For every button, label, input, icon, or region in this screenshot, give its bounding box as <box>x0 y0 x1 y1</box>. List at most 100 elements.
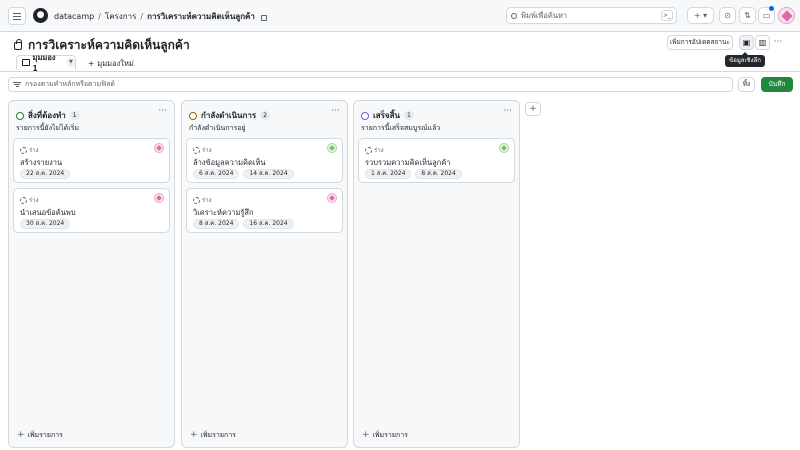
board-column: กำลังดำเนินการ 2 กำลังดำเนินการอยู่ ··· ร่าง… <box>181 100 348 448</box>
plus-icon: + <box>190 430 198 440</box>
draft-icon <box>365 146 372 154</box>
column-more-button[interactable]: ··· <box>158 106 167 116</box>
add-item-button[interactable]: + เพิ่มรายการ <box>17 430 63 441</box>
draft-icon <box>20 146 27 154</box>
assignee-avatar[interactable] <box>327 143 337 153</box>
board-icon <box>22 59 30 66</box>
board-card[interactable]: ร่างนำเสนอข้อค้นพบ 30 ส.ค. 2024 <box>13 188 170 233</box>
breadcrumb-org[interactable]: datacamp <box>54 12 94 21</box>
column-more-button[interactable]: ··· <box>331 106 340 116</box>
breadcrumb-projects[interactable]: โครงการ <box>105 10 136 23</box>
save-button[interactable]: บันทึก <box>761 77 793 92</box>
draft-text: ร่าง <box>202 197 212 204</box>
draft-text: ร่าง <box>374 147 384 154</box>
board-card[interactable]: ร่างล้างข้อมูลความคิดเห็น 6 ส.ค. 2024 14 ส… <box>186 138 343 183</box>
new-view-button[interactable]: + มุมมองใหม่ <box>88 58 134 70</box>
column-more-button[interactable]: ··· <box>503 106 512 116</box>
chevron-down-icon[interactable]: ▼ <box>66 58 75 67</box>
add-item-button[interactable]: + เพิ่มรายการ <box>190 430 236 441</box>
date-chip: 14 ส.ค. 2024 <box>243 169 294 179</box>
draft-icon <box>20 196 27 204</box>
column-header: กำลังดำเนินการ 2 <box>189 109 270 122</box>
search-input[interactable]: พิมพ์เพื่อค้นหา >_ <box>506 7 677 24</box>
breadcrumb: datacamp / โครงการ / การวิเคราะห์ความคิด… <box>54 10 267 23</box>
create-new-button[interactable]: + ▾ <box>687 7 714 24</box>
card-title[interactable]: นำเสนอข้อค้นพบ <box>20 207 76 219</box>
layout-panel-button[interactable]: ▥ <box>755 35 770 50</box>
filter-icon <box>13 82 21 87</box>
column-count-badge: 1 <box>403 111 414 120</box>
github-logo[interactable]: ● <box>33 8 48 23</box>
lock-icon <box>14 38 22 50</box>
card-title[interactable]: ล้างข้อมูลความคิดเห็น <box>193 157 266 169</box>
board-column: สิ่งที่ต้องทำ 1 รายการนี้ยังไม่ได้เริ่ม ···… <box>8 100 175 448</box>
column-header: เสร็จสิ้น 1 <box>361 109 414 122</box>
board-card[interactable]: ร่างรวบรวมความคิดเห็นลูกค้า 1 ส.ค. 2024 8 … <box>358 138 515 183</box>
lock-icon <box>260 14 267 21</box>
draft-text: ร่าง <box>29 197 39 204</box>
filter-placeholder: กรองตามคำหลักหรือตามฟิลด์ <box>25 80 115 88</box>
board-card[interactable]: ร่างวิเคราะห์ความรู้สึก 8 ส.ค. 2024 16 ส.ค… <box>186 188 343 233</box>
assignee-avatar[interactable] <box>154 193 164 203</box>
assignee-avatar[interactable] <box>327 193 337 203</box>
add-item-label: เพิ่มรายการ <box>27 431 63 439</box>
user-avatar[interactable] <box>778 7 795 24</box>
search-icon <box>511 12 517 19</box>
date-chip: 6 ส.ค. 2024 <box>193 169 240 179</box>
column-title: สิ่งที่ต้องทำ <box>28 111 66 120</box>
column-title: กำลังดำเนินการ <box>201 111 257 120</box>
date-chip: 8 ส.ค. 2024 <box>415 169 462 179</box>
tab-label: มุมมอง 1 <box>32 53 56 73</box>
draft-label: ร่าง <box>193 195 212 205</box>
pull-requests-icon[interactable]: ⇅ <box>739 7 756 24</box>
status-circle-icon <box>361 111 369 120</box>
card-dates: 8 ส.ค. 2024 16 ส.ค. 2024 <box>193 219 294 229</box>
column-header: สิ่งที่ต้องทำ 1 <box>16 109 80 122</box>
plus-icon: + <box>88 59 95 68</box>
column-description: รายการนี้เสร็จสมบูรณ์แล้ว <box>361 124 441 132</box>
draft-icon <box>193 196 200 204</box>
search-placeholder: พิมพ์เพื่อค้นหา <box>521 10 568 20</box>
plus-icon: + <box>362 430 370 440</box>
plus-icon: + <box>17 430 25 440</box>
add-status-update-button[interactable]: เพิ่มการอัปเดตสถานะ <box>667 35 733 50</box>
draft-label: ร่าง <box>20 195 39 205</box>
add-item-button[interactable]: + เพิ่มรายการ <box>362 430 408 441</box>
status-circle-icon <box>16 111 24 120</box>
card-dates: 6 ส.ค. 2024 14 ส.ค. 2024 <box>193 169 294 179</box>
draft-icon <box>193 146 200 154</box>
draft-text: ร่าง <box>202 147 212 154</box>
breadcrumb-project[interactable]: การวิเคราะห์ความคิดเห็นลูกค้า <box>147 10 255 23</box>
card-title[interactable]: รวบรวมความคิดเห็นลูกค้า <box>365 157 450 169</box>
filter-input[interactable]: กรองตามคำหลักหรือตามฟิลด์ <box>8 77 733 92</box>
more-options-button[interactable]: ··· <box>771 35 785 50</box>
card-dates: 30 ส.ค. 2024 <box>20 219 71 229</box>
add-item-label: เพิ่มรายการ <box>372 431 408 439</box>
card-title[interactable]: สร้างรายงาน <box>20 157 62 169</box>
assignee-avatar[interactable] <box>154 143 164 153</box>
menu-icon[interactable] <box>8 7 26 25</box>
date-chip: 22 ส.ค. 2024 <box>20 169 71 179</box>
board-column: เสร็จสิ้น 1 รายการนี้เสร็จสมบูรณ์แล้ว ··· ร่… <box>353 100 520 448</box>
notification-indicator <box>769 6 774 11</box>
tab-view-1[interactable]: มุมมอง 1 ▼ <box>16 53 76 73</box>
discard-button[interactable]: ทิ้ง <box>738 77 755 92</box>
issues-icon[interactable]: ⊙ <box>719 7 736 24</box>
insights-button[interactable]: ▣ <box>739 35 754 50</box>
date-chip: 16 ส.ค. 2024 <box>243 219 294 229</box>
assignee-avatar[interactable] <box>499 143 509 153</box>
add-column-button[interactable]: + <box>525 102 541 116</box>
column-title: เสร็จสิ้น <box>373 111 400 120</box>
draft-label: ร่าง <box>193 145 212 155</box>
column-description: กำลังดำเนินการอยู่ <box>189 124 246 132</box>
card-title[interactable]: วิเคราะห์ความรู้สึก <box>193 207 254 219</box>
card-dates: 1 ส.ค. 2024 8 ส.ค. 2024 <box>365 169 462 179</box>
board-card[interactable]: ร่างสร้างรายงาน 22 ส.ค. 2024 <box>13 138 170 183</box>
breadcrumb-separator: / <box>98 12 101 21</box>
draft-label: ร่าง <box>20 145 39 155</box>
date-chip: 8 ส.ค. 2024 <box>193 219 240 229</box>
command-palette-icon[interactable]: >_ <box>661 10 673 21</box>
column-count-badge: 1 <box>69 111 80 120</box>
date-chip: 1 ส.ค. 2024 <box>365 169 412 179</box>
draft-text: ร่าง <box>29 147 39 154</box>
